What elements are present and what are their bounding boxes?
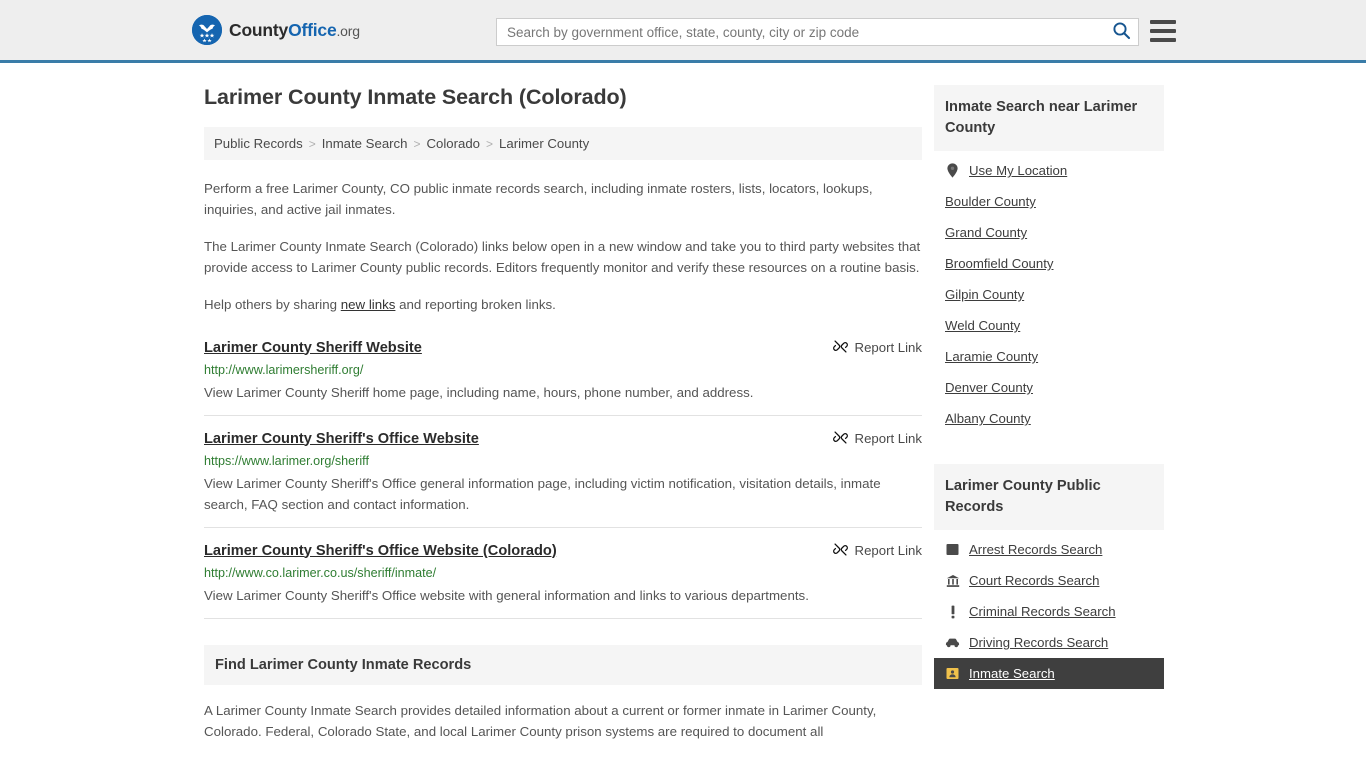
sidebar-item-label: Gilpin County [945,287,1025,302]
sidebar-item-label: Driving Records Search [969,635,1109,650]
sidebar-item-label: Court Records Search [969,573,1100,588]
inmate-icon [945,667,960,680]
result-url[interactable]: http://www.larimersheriff.org/ [204,362,922,379]
sidebar-item-grand-county[interactable]: Grand County [934,217,1164,248]
breadcrumb-separator: > [486,136,494,151]
report-link-button[interactable]: Report Link [832,338,922,357]
sidebar-item-label: Laramie County [945,349,1039,364]
sidebar-item-arrest-records-search[interactable]: Arrest Records Search [934,534,1164,565]
nearby-panel-heading: Inmate Search near Larimer County [934,85,1164,151]
result-item: Larimer County Sheriff's Office Website … [204,429,922,528]
intro-paragraph-3: Help others by sharing new links and rep… [204,295,922,316]
page-body: Larimer County Inmate Search (Colorado) … [0,85,1366,742]
result-item: Larimer County Sheriff Website Report Li… [204,338,922,416]
sidebar-item-broomfield-county[interactable]: Broomfield County [934,248,1164,279]
report-link-label: Report Link [854,543,922,558]
breadcrumb-separator: > [308,136,316,151]
public-records-panel-heading: Larimer County Public Records [934,464,1164,530]
square-badge-icon [945,543,960,556]
hamburger-menu-icon[interactable] [1150,20,1176,42]
report-link-label: Report Link [854,431,922,446]
sidebar-item-use-my-location[interactable]: Use My Location [934,155,1164,186]
find-records-heading: Find Larimer County Inmate Records [204,644,922,685]
search-button[interactable] [1104,19,1138,45]
page-title: Larimer County Inmate Search (Colorado) [204,85,627,109]
sidebar-item-label: Use My Location [969,163,1068,178]
report-link-button[interactable]: Report Link [832,429,922,448]
main-content: Larimer County Inmate Search (Colorado) … [204,85,922,742]
sidebar-item-gilpin-county[interactable]: Gilpin County [934,279,1164,310]
sidebar-item-boulder-county[interactable]: Boulder County [934,186,1164,217]
hamburger-bar [1150,20,1176,24]
sidebar-item-label: Arrest Records Search [969,542,1103,557]
breadcrumb-item-larimer-county[interactable]: Larimer County [499,136,589,151]
search-bar[interactable] [496,18,1139,46]
broken-link-icon [832,542,848,560]
sidebar-item-label: Denver County [945,380,1033,395]
sidebar-item-label: Boulder County [945,194,1036,209]
hamburger-bar [1150,29,1176,33]
sidebar-item-driving-records-search[interactable]: Driving Records Search [934,627,1164,658]
sidebar-item-inmate-search[interactable]: Inmate Search [934,658,1164,689]
new-links-link[interactable]: new links [341,297,396,312]
car-icon [945,637,960,648]
result-url[interactable]: https://www.larimer.org/sheriff [204,453,922,470]
sidebar-item-label: Inmate Search [969,666,1055,681]
intro-text-before-link: Help others by sharing [204,297,341,312]
intro-paragraph-2: The Larimer County Inmate Search (Colora… [204,239,921,275]
report-link-label: Report Link [854,340,922,355]
result-title-link[interactable]: Larimer County Sheriff's Office Website [204,429,479,449]
intro-text-after-link: and reporting broken links. [395,297,556,312]
courthouse-icon [945,574,960,588]
broken-link-icon [832,339,848,357]
breadcrumb: Public Records > Inmate Search > Colorad… [204,127,922,160]
eagle-seal-logo-icon [192,15,222,45]
logo-text-tld: .org [336,22,360,39]
search-input[interactable] [497,19,1104,45]
nearby-panel: Inmate Search near Larimer County Use My… [934,85,1164,434]
exclamation-icon [945,605,960,619]
sidebar-item-label: Grand County [945,225,1028,240]
logo-text-county: County [229,19,289,40]
breadcrumb-item-public-records[interactable]: Public Records [214,136,303,151]
site-header: CountyOffice.org [0,0,1366,63]
result-title-link[interactable]: Larimer County Sheriff's Office Website … [204,541,557,561]
sidebar-item-denver-county[interactable]: Denver County [934,372,1164,403]
breadcrumb-item-colorado[interactable]: Colorado [426,136,480,151]
results-list: Larimer County Sheriff Website Report Li… [204,338,922,619]
sidebar-item-label: Albany County [945,411,1031,426]
sidebar-item-court-records-search[interactable]: Court Records Search [934,565,1164,596]
report-link-button[interactable]: Report Link [832,541,922,560]
result-description: View Larimer County Sheriff's Office gen… [204,475,881,512]
logo-text-office: Office [288,19,337,40]
sidebar-item-label: Weld County [945,318,1021,333]
broken-link-icon [832,430,848,448]
result-url[interactable]: http://www.co.larimer.co.us/sheriff/inma… [204,565,922,582]
sidebar: Inmate Search near Larimer County Use My… [934,85,1164,695]
sidebar-item-albany-county[interactable]: Albany County [934,403,1164,434]
result-description: View Larimer County Sheriff home page, i… [204,384,754,400]
sidebar-item-criminal-records-search[interactable]: Criminal Records Search [934,596,1164,627]
hamburger-bar [1150,38,1176,42]
sidebar-item-laramie-county[interactable]: Laramie County [934,341,1164,372]
public-records-panel: Larimer County Public Records Arrest Rec… [934,464,1164,689]
breadcrumb-separator: > [413,136,421,151]
logo-wordmark: CountyOffice.org [229,20,360,41]
sidebar-item-label: Broomfield County [945,256,1054,271]
result-title-link[interactable]: Larimer County Sheriff Website [204,338,422,358]
sidebar-item-weld-county[interactable]: Weld County [934,310,1164,341]
site-logo[interactable]: CountyOffice.org [192,15,360,45]
map-pin-icon [945,163,960,178]
result-item: Larimer County Sheriff's Office Website … [204,541,922,619]
intro-paragraph-1: Perform a free Larimer County, CO public… [204,181,873,217]
result-description: View Larimer County Sheriff's Office web… [204,587,809,603]
find-records-body: A Larimer County Inmate Search provides … [204,702,877,739]
search-icon [1112,21,1131,43]
sidebar-item-label: Criminal Records Search [969,604,1116,619]
breadcrumb-item-inmate-search[interactable]: Inmate Search [322,136,408,151]
